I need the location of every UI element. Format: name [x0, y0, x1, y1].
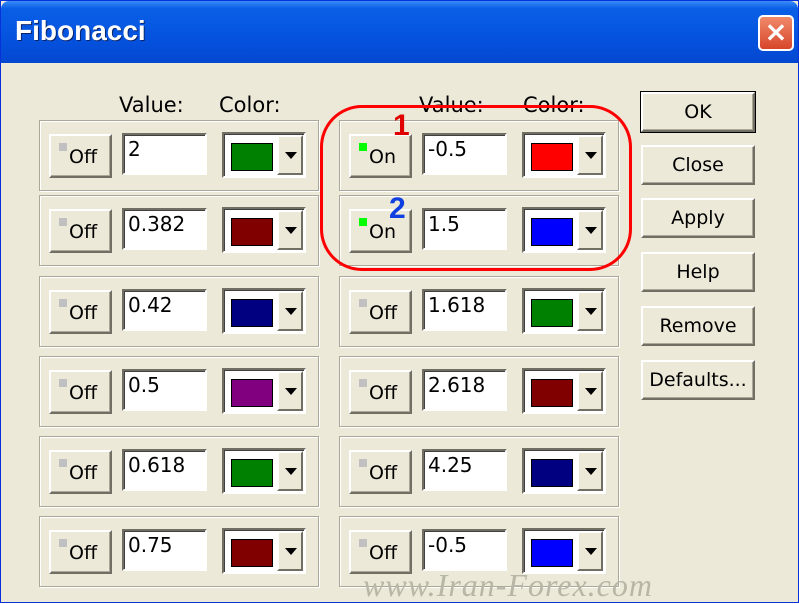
color-swatch: [531, 459, 573, 487]
dropdown-arrow-icon[interactable]: [277, 371, 303, 411]
annotation-number-1: 1: [393, 109, 410, 142]
level-color-picker[interactable]: [222, 132, 306, 178]
toggle-label: Off: [69, 302, 98, 324]
level-color-picker[interactable]: [222, 448, 306, 494]
color-swatch: [231, 299, 273, 327]
close-icon: ×: [764, 15, 788, 48]
color-swatch: [531, 379, 573, 407]
watermark-text: www.Iran-Forex.com: [363, 567, 653, 603]
state-indicator-icon: [359, 299, 367, 307]
apply-button[interactable]: Apply: [641, 198, 755, 238]
state-indicator-icon: [59, 539, 67, 547]
level-value-field[interactable]: 0.75: [122, 529, 207, 571]
help-button[interactable]: Help: [641, 252, 755, 292]
level-value-field[interactable]: 2.618: [422, 369, 507, 411]
window-title: Fibonacci: [15, 15, 146, 46]
level-color-picker[interactable]: [522, 448, 606, 494]
color-swatch: [531, 299, 573, 327]
level-value-field[interactable]: 4.25: [422, 449, 507, 491]
toggle-label: Off: [69, 382, 98, 404]
level-toggle-button[interactable]: Off: [49, 134, 112, 178]
state-indicator-icon: [59, 299, 67, 307]
defaults-button[interactable]: Defaults...: [641, 360, 755, 400]
state-indicator-icon: [59, 218, 67, 226]
title-bar: Fibonacci ×: [1, 1, 798, 63]
dropdown-arrow-icon[interactable]: [277, 291, 303, 331]
state-indicator-icon: [359, 379, 367, 387]
level-toggle-button[interactable]: Off: [349, 290, 412, 334]
toggle-label: Off: [369, 382, 398, 404]
state-indicator-icon: [359, 539, 367, 547]
color-swatch: [231, 379, 273, 407]
dropdown-arrow-icon[interactable]: [577, 531, 603, 571]
dropdown-arrow-icon[interactable]: [577, 291, 603, 331]
annotation-number-2: 2: [389, 192, 406, 225]
remove-button[interactable]: Remove: [641, 306, 755, 346]
highlight-oval: [320, 105, 632, 271]
fibonacci-dialog: Fibonacci × Value: Color: Value: Color: …: [0, 0, 799, 603]
toggle-label: Off: [369, 542, 398, 564]
ok-button[interactable]: OK: [640, 91, 756, 133]
color-swatch: [231, 539, 273, 567]
toggle-label: Off: [69, 542, 98, 564]
level-color-picker[interactable]: [222, 368, 306, 414]
level-value-field[interactable]: 0.5: [122, 369, 207, 411]
dropdown-arrow-icon[interactable]: [577, 451, 603, 491]
toggle-label: Off: [69, 462, 98, 484]
level-value-field[interactable]: 2: [122, 133, 207, 175]
dropdown-arrow-icon[interactable]: [277, 531, 303, 571]
level-value-field[interactable]: 0.42: [122, 289, 207, 331]
level-toggle-button[interactable]: Off: [49, 209, 112, 253]
state-indicator-icon: [59, 379, 67, 387]
fib-level-row: Off 0.42: [39, 276, 319, 347]
close-button[interactable]: Close: [641, 145, 755, 185]
level-color-picker[interactable]: [222, 288, 306, 334]
toggle-label: Off: [69, 221, 98, 243]
toggle-label: Off: [369, 302, 398, 324]
state-indicator-icon: [59, 459, 67, 467]
level-color-picker[interactable]: [222, 207, 306, 253]
level-toggle-button[interactable]: Off: [349, 370, 412, 414]
level-color-picker[interactable]: [522, 368, 606, 414]
fib-level-row: Off 0.75: [39, 516, 319, 587]
level-color-picker[interactable]: [222, 528, 306, 574]
dropdown-arrow-icon[interactable]: [277, 451, 303, 491]
color-swatch: [231, 143, 273, 171]
level-value-field[interactable]: 1.618: [422, 289, 507, 331]
dropdown-arrow-icon[interactable]: [277, 210, 303, 250]
color-swatch: [531, 539, 573, 567]
fib-level-row: Off 0.618: [39, 436, 319, 507]
fib-level-row: Off 0.382: [39, 195, 319, 266]
fib-level-row: Off 0.5: [39, 356, 319, 427]
toggle-label: Off: [369, 462, 398, 484]
level-toggle-button[interactable]: Off: [49, 370, 112, 414]
level-toggle-button[interactable]: Off: [49, 290, 112, 334]
state-indicator-icon: [59, 143, 67, 151]
level-value-field[interactable]: -0.5: [422, 529, 507, 571]
level-value-field[interactable]: 0.618: [122, 449, 207, 491]
close-window-button[interactable]: ×: [758, 15, 794, 51]
level-toggle-button[interactable]: Off: [349, 450, 412, 494]
fib-level-row: Off 4.25: [339, 436, 619, 507]
toggle-label: Off: [69, 146, 98, 168]
level-toggle-button[interactable]: Off: [49, 450, 112, 494]
level-toggle-button[interactable]: Off: [49, 530, 112, 574]
dropdown-arrow-icon[interactable]: [577, 371, 603, 411]
level-value-field[interactable]: 0.382: [122, 208, 207, 250]
dropdown-arrow-icon[interactable]: [277, 135, 303, 175]
fib-level-row: Off 2: [39, 120, 319, 191]
left-color-header: Color:: [219, 93, 281, 117]
fib-level-row: Off 2.618: [339, 356, 619, 427]
color-swatch: [231, 459, 273, 487]
fib-level-row: Off 1.618: [339, 276, 619, 347]
color-swatch: [231, 218, 273, 246]
level-color-picker[interactable]: [522, 288, 606, 334]
state-indicator-icon: [359, 459, 367, 467]
left-value-header: Value:: [119, 93, 184, 117]
